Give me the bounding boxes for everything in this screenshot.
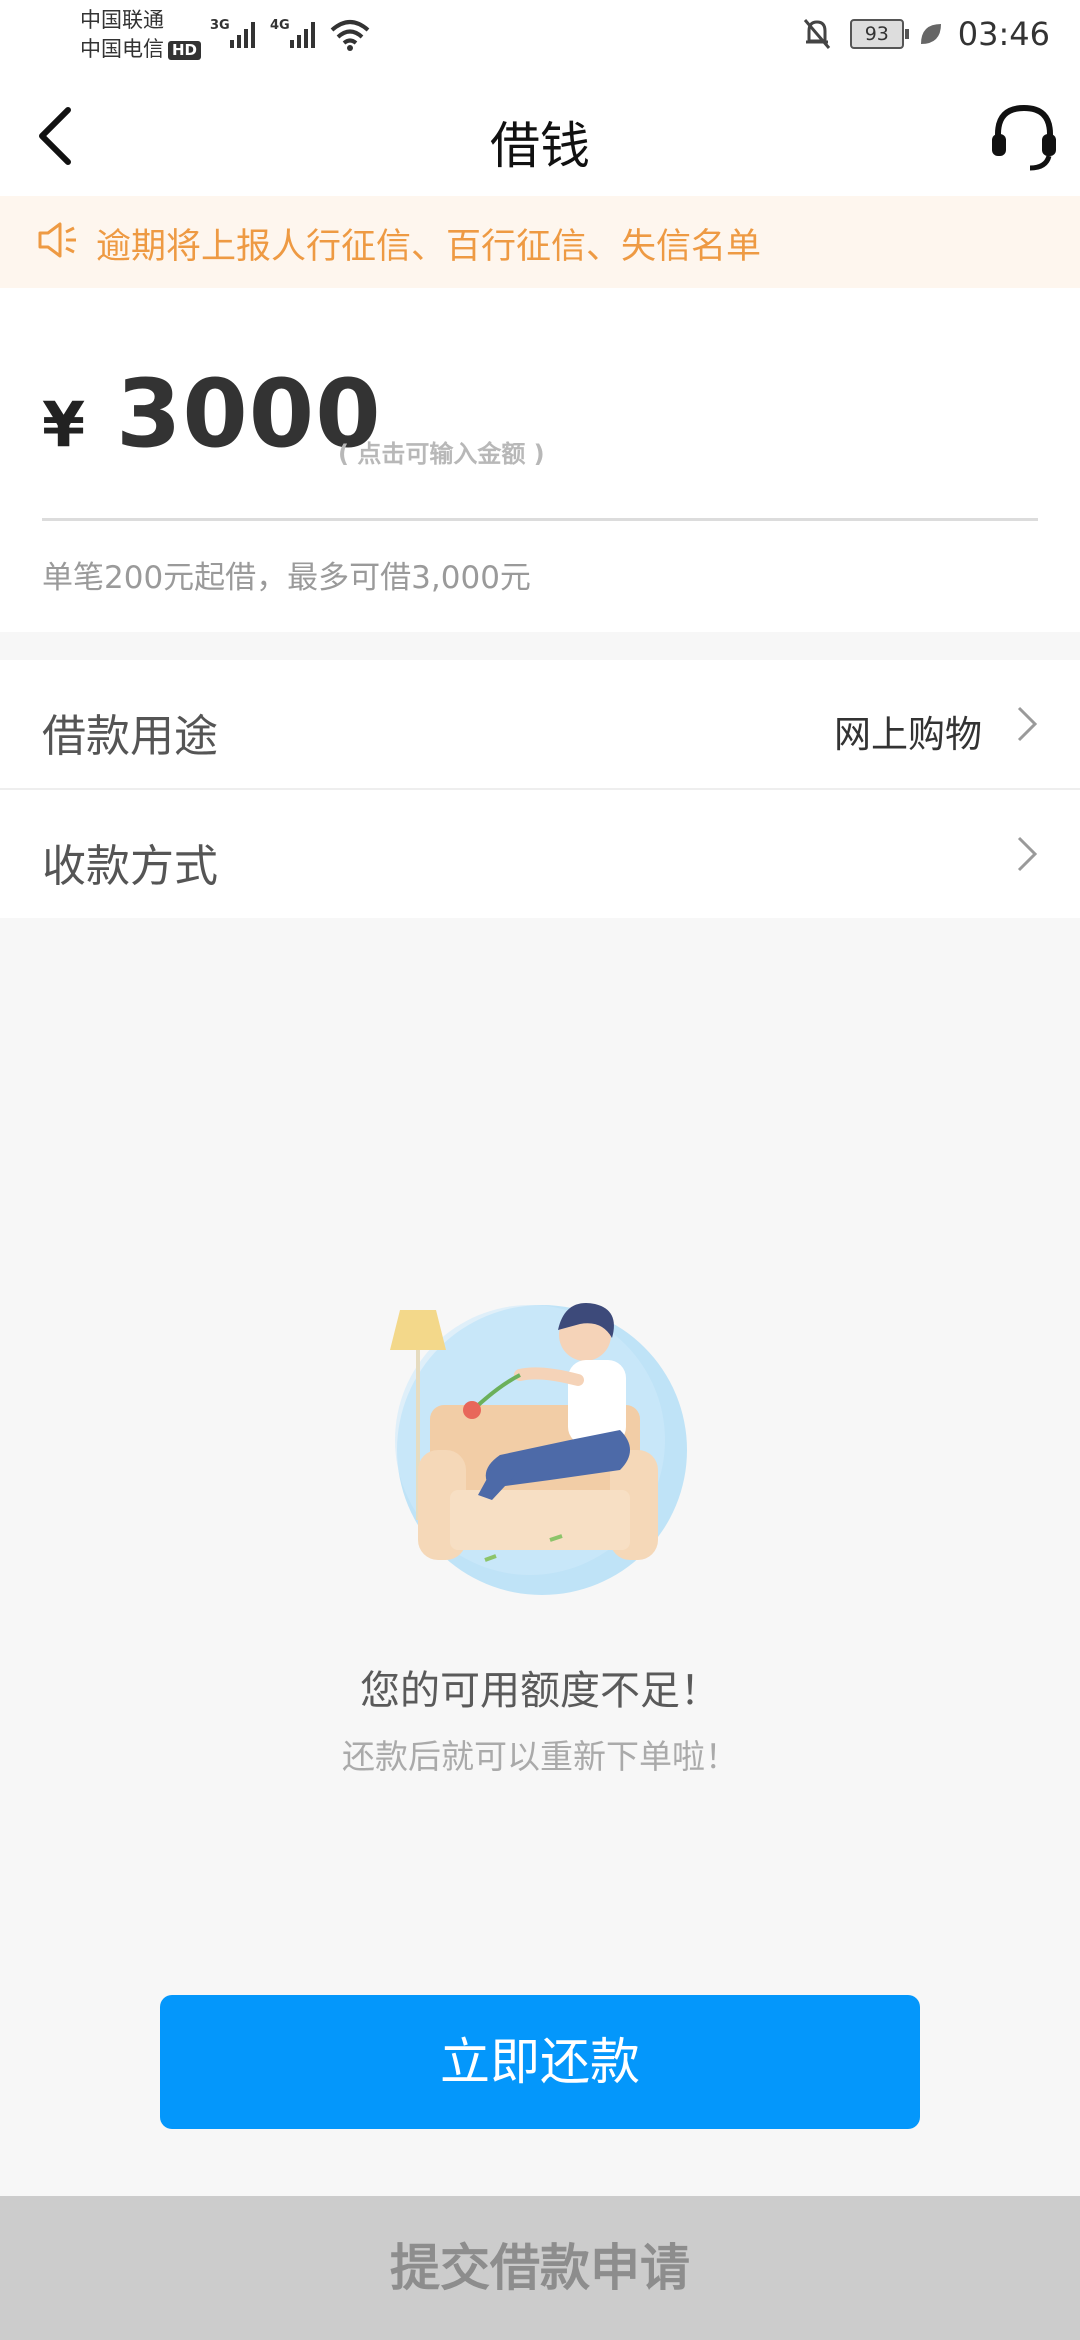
empty-state-subtitle: 还款后就可以重新下单啦！ (342, 1737, 738, 1776)
row-label: 收款方式 (42, 841, 218, 892)
submit-loan-application-button[interactable]: 提交借款申请 (0, 2196, 1080, 2340)
empty-state-title: 您的可用额度不足！ (360, 1668, 720, 1714)
speaker-icon (38, 222, 76, 258)
carrier-info: 中国联通 中国电信 HD (80, 6, 202, 64)
network-type-1: 3G (210, 18, 230, 33)
empty-state-illustration (390, 1303, 687, 1595)
clock: 03:46 (957, 15, 1050, 53)
leaf-icon (920, 24, 941, 44)
battery-indicator: 93 (849, 19, 909, 49)
chevron-right-icon (1017, 836, 1038, 872)
bell-muted-icon (803, 19, 830, 49)
chevron-right-icon (1017, 706, 1038, 742)
status-bar: 中国联通 中国电信 HD 3G 4G 93 03:46 (0, 0, 1080, 76)
carrier-2: 中国电信 (80, 37, 164, 61)
hd-badge: HD (168, 41, 202, 60)
amount-rule-text: 单笔200元起借，最多可借3,000元 (42, 560, 531, 596)
repay-now-button[interactable]: 立即还款 (160, 1995, 920, 2129)
row-value: 网上购物 (834, 713, 982, 756)
carrier-2-row: 中国电信 HD (80, 35, 202, 64)
amount-hint: ( 点击可输入金额 ) (338, 440, 545, 468)
row-label: 借款用途 (42, 711, 218, 762)
wifi-icon (330, 20, 370, 51)
currency-symbol: ¥ (42, 388, 86, 461)
amount-underline (42, 518, 1038, 521)
overdue-notice: 逾期将上报人行征信、百行征信、失信名单 (0, 196, 1080, 288)
headset-icon[interactable] (986, 98, 1062, 174)
row-loan-purpose[interactable]: 借款用途 网上购物 (0, 660, 1080, 788)
amount-card: ¥ 3000 ( 点击可输入金额 ) 单笔200元起借，最多可借3,000元 (0, 288, 1080, 632)
notice-text: 逾期将上报人行征信、百行征信、失信名单 (96, 227, 762, 267)
status-right: 93 03:46 (802, 14, 1050, 54)
row-payment-method[interactable]: 收款方式 (0, 790, 1080, 918)
carrier-1: 中国联通 (80, 8, 164, 32)
page-title: 借钱 (490, 117, 590, 175)
nav-bar: 借钱 (0, 76, 1080, 196)
network-type-2: 4G (270, 18, 290, 33)
